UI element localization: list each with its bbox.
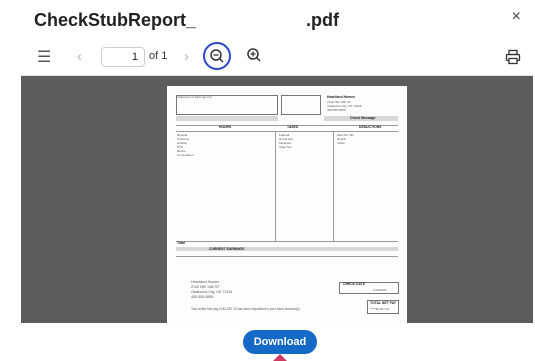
download-button[interactable]: Download: [243, 330, 317, 354]
zoom-out-button[interactable]: [203, 42, 231, 70]
check-message-label: Check Message: [350, 115, 376, 120]
totals-rule-bottom: [176, 256, 398, 257]
hours-label: HOURS: [219, 125, 232, 129]
net-pay-label: TOTAL NET PAY: [370, 301, 396, 305]
document-title: CheckStubReport_ .pdf: [34, 10, 339, 31]
current-earnings-label: CURRENT EARNINGS: [209, 246, 245, 251]
stub-title: Statement of Earnings For: [177, 95, 213, 99]
totals-rule: [176, 241, 398, 242]
taxes-label: TAXES: [287, 125, 299, 129]
next-page-icon[interactable]: ›: [184, 48, 189, 65]
pdf-viewer: ☰ ‹ of 1 ›: [21, 38, 533, 323]
modal-footer: Download: [0, 323, 535, 361]
zoom-out-icon: [210, 49, 224, 63]
menu-icon[interactable]: ☰: [37, 47, 51, 67]
stub-address-box: [281, 95, 321, 115]
deductions-label: DEDUCTIONS: [359, 125, 382, 129]
page-number-input[interactable]: [101, 47, 145, 67]
employer-name-top: Heartland Homes: [327, 95, 355, 99]
net-pay-value: *****$1,057.10: [370, 307, 390, 311]
check-date-value: 1/15/2023: [373, 288, 387, 292]
page-total-label: of 1: [149, 50, 168, 62]
totals-label: Total: [177, 241, 185, 245]
section-rule-under: [176, 131, 398, 132]
previous-page-icon[interactable]: ‹: [77, 48, 82, 65]
pdf-toolbar: ☰ ‹ of 1 ›: [21, 38, 533, 76]
check-date-label: CHECK DATE: [343, 282, 365, 286]
document-title-name: CheckStubReport_: [34, 10, 197, 30]
close-icon[interactable]: ×: [512, 8, 521, 26]
zoom-in-button[interactable]: [243, 44, 265, 66]
deduction-row-3: Vision: [337, 141, 346, 145]
employer-phone-top: 405-555-5555: [327, 108, 346, 112]
zoom-in-icon: [247, 48, 261, 62]
employer-phone-bottom: 405-555-5555: [191, 295, 214, 299]
tax-row-4: State Tax: [279, 145, 292, 149]
column-rule-2: [333, 131, 334, 241]
earning-row-6: Commission: [177, 153, 194, 157]
deposit-note: Your entire Net pay of $1,057.10 has bee…: [191, 307, 301, 311]
column-rule-1: [275, 131, 276, 241]
print-icon[interactable]: [505, 49, 521, 65]
document-title-extension: .pdf: [306, 10, 339, 30]
stub-header-band: [176, 116, 278, 121]
pdf-page: Statement of Earnings For Heartland Home…: [167, 86, 407, 323]
mouse-cursor: [271, 354, 289, 361]
pdf-preview-modal: CheckStubReport_ .pdf × ☰ ‹ of 1 ›: [0, 0, 535, 361]
